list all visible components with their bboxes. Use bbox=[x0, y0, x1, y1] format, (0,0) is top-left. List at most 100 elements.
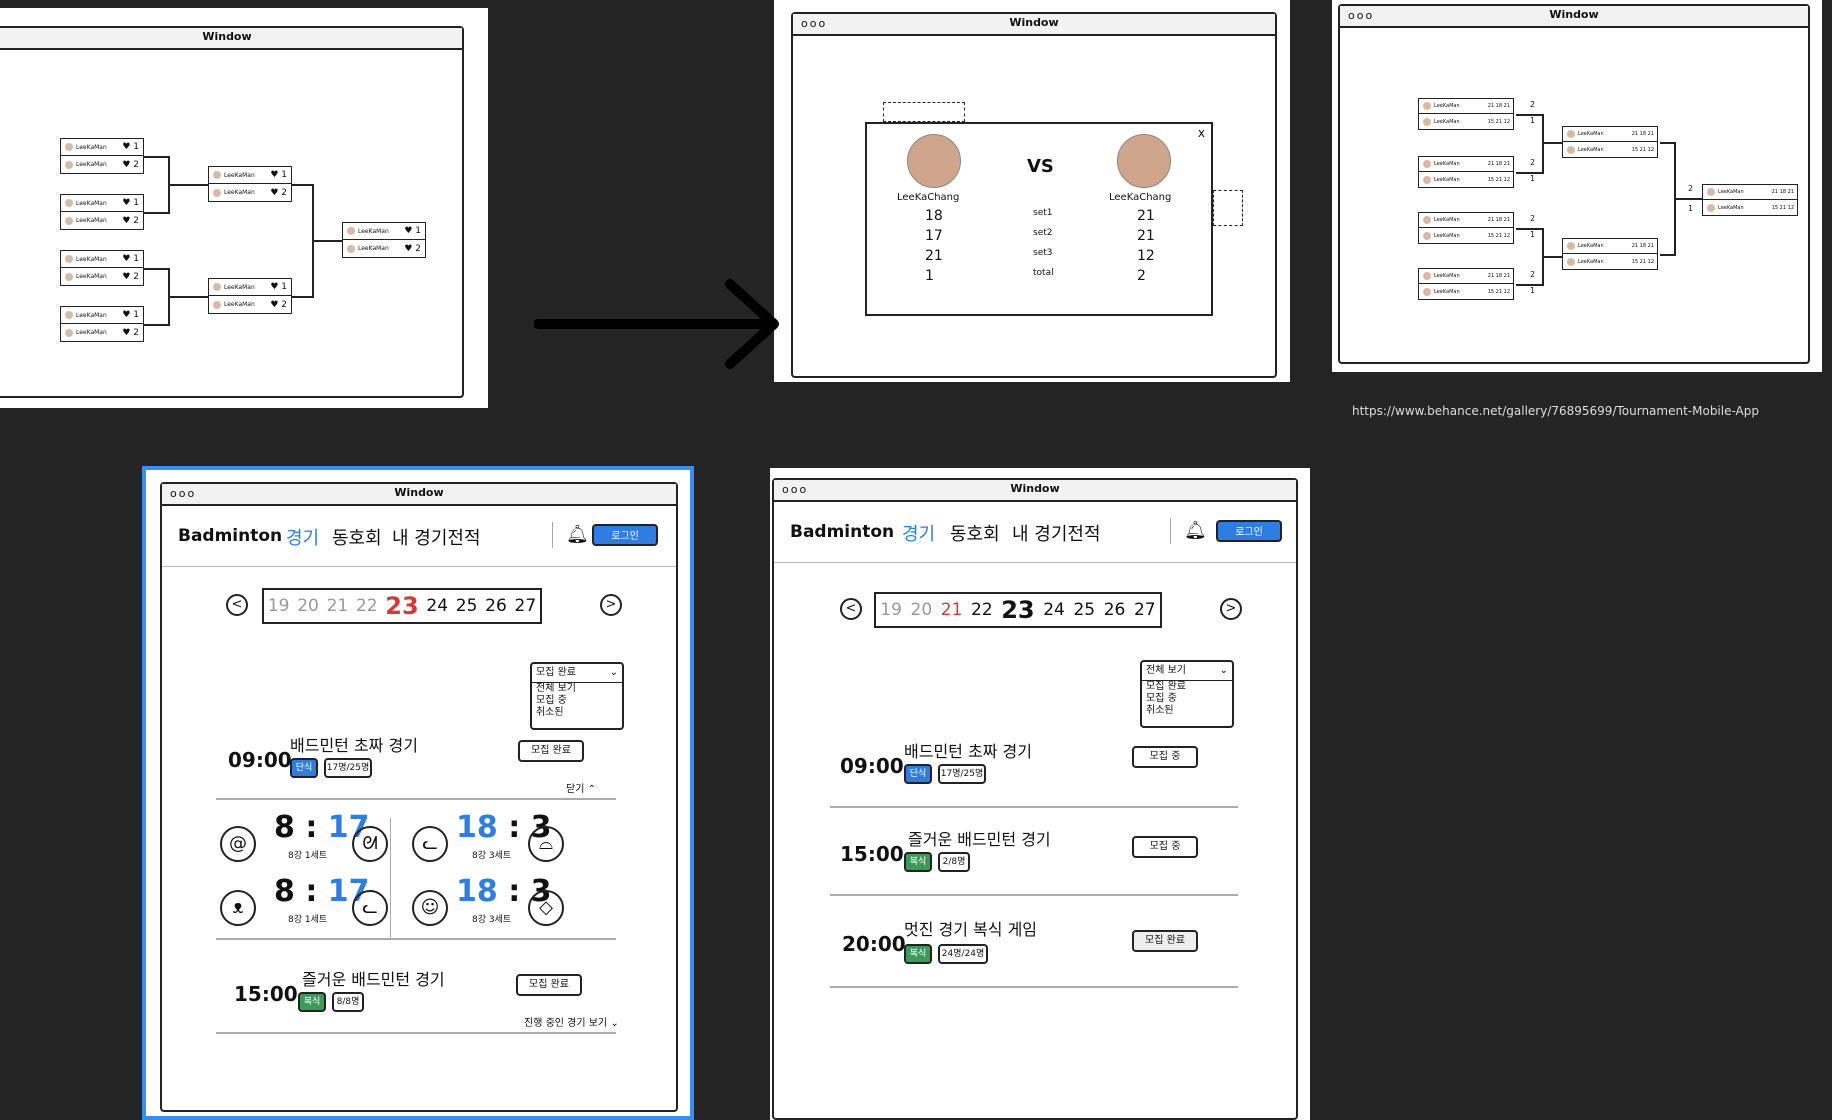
match-title[interactable]: 즐거운 배드민턴 경기 bbox=[908, 826, 1051, 850]
round-score: 2 bbox=[1530, 270, 1536, 279]
match-status-button[interactable]: 모집 완료 bbox=[1132, 930, 1198, 952]
avatar bbox=[347, 244, 355, 253]
match-title[interactable]: 멋진 경기 복식 게임 bbox=[904, 916, 1037, 940]
close-icon[interactable]: x bbox=[1198, 126, 1205, 140]
player-card[interactable]: LeeKaMan ♥ 1 LeeKaMan ♥ 2 bbox=[342, 222, 426, 258]
date-item[interactable]: 26 bbox=[485, 596, 507, 616]
player-row: LeeKaMan 15 21 12 bbox=[1419, 114, 1513, 129]
date-item-selected[interactable]: 23 bbox=[1001, 596, 1034, 624]
prev-date-button[interactable]: < bbox=[840, 598, 862, 620]
login-button[interactable]: 로그인 bbox=[592, 524, 658, 546]
dropdown-option[interactable]: 모집 중 bbox=[1142, 693, 1232, 705]
avatar bbox=[1567, 145, 1575, 154]
date-item[interactable]: 19 bbox=[880, 600, 902, 620]
dropdown-option[interactable]: 모집 중 bbox=[532, 695, 622, 707]
date-item[interactable]: 27 bbox=[1134, 600, 1156, 620]
bell-icon[interactable]: 🔔︎ bbox=[566, 524, 589, 545]
player-row: LeeKaMan 15 21 12 bbox=[1419, 228, 1513, 243]
date-item[interactable]: 26 bbox=[1104, 600, 1126, 620]
player-card[interactable]: LeeKaMan ♥ 1 LeeKaMan ♥ 2 bbox=[208, 166, 292, 202]
dropdown-option[interactable]: 모집 완료 bbox=[1142, 681, 1232, 693]
dropdown-option[interactable]: 전체 보기 bbox=[532, 683, 622, 695]
tab-clubs[interactable]: 동호회 bbox=[950, 520, 1000, 546]
dropdown-option[interactable]: 취소된 bbox=[532, 707, 622, 719]
date-item[interactable]: 24 bbox=[426, 596, 448, 616]
next-date-button[interactable]: > bbox=[1220, 598, 1242, 620]
window-titlebar: ooo Window bbox=[1340, 6, 1808, 28]
match-type-badge: 단식 bbox=[904, 764, 932, 784]
tab-matches[interactable]: 경기 bbox=[286, 524, 319, 550]
player-card[interactable]: LeeKaMan 21 18 21 LeeKaMan 15 21 12 bbox=[1418, 98, 1514, 130]
date-item[interactable]: 19 bbox=[268, 596, 290, 616]
tab-my-records[interactable]: 내 경기전적 bbox=[392, 524, 481, 550]
date-item[interactable]: 22 bbox=[971, 600, 993, 620]
avatar bbox=[213, 188, 221, 197]
bracket-area: LeeKaMan ♥ 1 LeeKaMan ♥ 2 LeeKaMan ♥ 1 LeeKaMa… bbox=[0, 48, 462, 396]
brand-logo[interactable]: Badminton bbox=[790, 522, 894, 542]
match-title[interactable]: 배드민턴 초짜 경기 bbox=[904, 738, 1032, 762]
player-card[interactable]: LeeKaMan ♥ 1 LeeKaMan ♥ 2 bbox=[60, 194, 144, 230]
player-row: LeeKaMan ♥ 2 bbox=[61, 324, 143, 341]
player-card[interactable]: LeeKaMan 21 18 21 LeeKaMan 15 21 12 bbox=[1562, 126, 1658, 158]
dropdown-selected[interactable]: 모집 완료 ⌄ bbox=[532, 664, 622, 683]
match-status-button[interactable]: 모집 완료 bbox=[516, 974, 582, 996]
date-item[interactable]: 25 bbox=[1073, 600, 1095, 620]
score-round: 8강 3세트 bbox=[472, 915, 512, 925]
prev-date-button[interactable]: < bbox=[226, 594, 248, 616]
date-item[interactable]: 20 bbox=[911, 600, 933, 620]
match-time: 15:00 bbox=[234, 982, 298, 1006]
set-scores: 15 21 12 bbox=[1487, 118, 1510, 125]
player-card[interactable]: LeeKaMan ♥ 1 LeeKaMan ♥ 2 bbox=[208, 278, 292, 314]
match-status-button[interactable]: 모집 중 bbox=[1132, 836, 1198, 858]
bracket-line bbox=[1516, 172, 1542, 174]
date-item[interactable]: 21 bbox=[941, 600, 963, 620]
seed-number: ♥ 1 bbox=[122, 310, 139, 320]
left-set-score: 21 bbox=[925, 248, 943, 264]
nav-divider bbox=[1170, 518, 1171, 544]
tab-my-records[interactable]: 내 경기전적 bbox=[1012, 520, 1101, 546]
player-card[interactable]: LeeKaMan 21 18 21 LeeKaMan 15 21 12 bbox=[1418, 212, 1514, 244]
app-window: ooo Window Badminton 경기 동호회 내 경기전적 🔔︎ 로그… bbox=[772, 478, 1298, 1120]
divider bbox=[830, 806, 1238, 808]
player-card[interactable]: LeeKaMan ♥ 1 LeeKaMan ♥ 2 bbox=[60, 138, 144, 174]
date-item[interactable]: 20 bbox=[297, 596, 319, 616]
player-row: LeeKaMan 15 21 12 bbox=[1563, 254, 1657, 269]
bell-icon[interactable]: 🔔︎ bbox=[1184, 520, 1207, 541]
more-matches-link[interactable]: 진행 중인 경기 보기 ⌄ bbox=[524, 1014, 619, 1029]
match-title[interactable]: 배드민턴 초짜 경기 bbox=[290, 732, 418, 756]
date-item-selected[interactable]: 23 bbox=[385, 592, 418, 620]
login-button[interactable]: 로그인 bbox=[1216, 520, 1282, 542]
brand-logo[interactable]: Badminton bbox=[178, 526, 282, 546]
player-card[interactable]: LeeKaMan 21 18 21 LeeKaMan 15 21 12 bbox=[1702, 184, 1798, 216]
dropdown-option[interactable]: 취소된 bbox=[1142, 705, 1232, 717]
player-name: LeeKaMan bbox=[1578, 146, 1604, 153]
player-card[interactable]: LeeKaMan ♥ 1 LeeKaMan ♥ 2 bbox=[60, 306, 144, 342]
dropdown-selected[interactable]: 전체 보기 ⌄ bbox=[1142, 662, 1232, 681]
tab-clubs[interactable]: 동호회 bbox=[332, 524, 382, 550]
player-card[interactable]: LeeKaMan 21 18 21 LeeKaMan 15 21 12 bbox=[1562, 238, 1658, 270]
player-card[interactable]: LeeKaMan ♥ 1 LeeKaMan ♥ 2 bbox=[60, 250, 144, 286]
bracket-line bbox=[1660, 142, 1674, 144]
date-item[interactable]: 27 bbox=[515, 596, 537, 616]
match-status-button[interactable]: 모집 완료 bbox=[518, 740, 584, 762]
date-item[interactable]: 24 bbox=[1043, 600, 1065, 620]
player-row: LeeKaMan 15 21 12 bbox=[1703, 200, 1797, 215]
window-title: Window bbox=[1009, 16, 1059, 29]
player-card[interactable]: LeeKaMan 21 18 21 LeeKaMan 15 21 12 bbox=[1418, 268, 1514, 300]
window-titlebar: Window bbox=[0, 28, 462, 50]
reference-link[interactable]: https://www.behance.net/gallery/76895699… bbox=[1352, 404, 1759, 418]
collapse-toggle[interactable]: 닫기 ⌃ bbox=[566, 780, 596, 795]
tab-matches[interactable]: 경기 bbox=[902, 520, 935, 546]
date-item[interactable]: 21 bbox=[327, 596, 349, 616]
status-filter-dropdown[interactable]: 모집 완료 ⌄ 전체 보기 모집 중 취소된 bbox=[530, 662, 624, 730]
set-scores: 21 18 21 bbox=[1631, 243, 1654, 249]
match-status-button[interactable]: 모집 중 bbox=[1132, 746, 1198, 768]
next-date-button[interactable]: > bbox=[600, 594, 622, 616]
match-title[interactable]: 즐거운 배드민턴 경기 bbox=[302, 966, 445, 990]
date-item[interactable]: 22 bbox=[356, 596, 378, 616]
player-name: LeeKaMan bbox=[1578, 131, 1604, 137]
status-filter-dropdown[interactable]: 전체 보기 ⌄ 모집 완료 모집 중 취소된 bbox=[1140, 660, 1234, 728]
date-item[interactable]: 25 bbox=[456, 596, 478, 616]
match-count-badge: 2/8명 bbox=[938, 852, 970, 872]
player-card[interactable]: LeeKaMan 21 18 21 LeeKaMan 15 21 12 bbox=[1418, 156, 1514, 188]
